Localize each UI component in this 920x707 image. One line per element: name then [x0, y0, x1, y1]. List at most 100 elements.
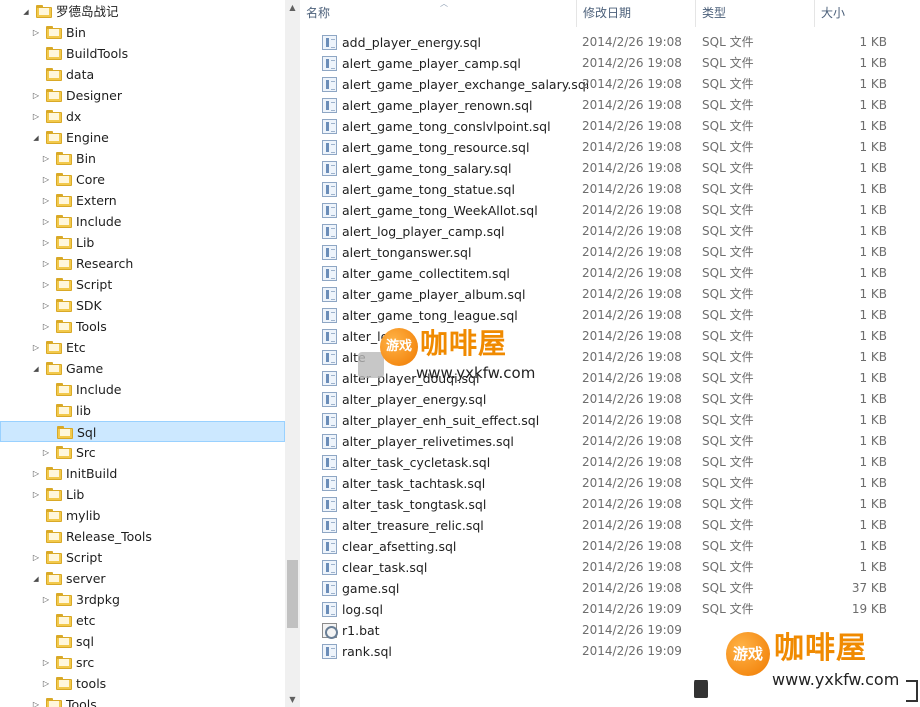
file-date: 2014/2/26 19:08 — [582, 329, 682, 343]
file-row[interactable]: clear_task.sql 2014/2/26 19:08 SQL 文件 1 KB — [300, 557, 920, 578]
tree-item-designer[interactable]: Designer — [0, 85, 285, 106]
tree-item-etc[interactable]: Etc — [0, 337, 285, 358]
tree-item-src[interactable]: Src — [0, 442, 285, 463]
expanded-arrow-icon[interactable] — [21, 1, 31, 22]
tree-item-label: Etc — [66, 340, 86, 355]
collapsed-arrow-icon[interactable] — [41, 652, 51, 673]
tree-item-lib[interactable]: Lib — [0, 232, 285, 253]
collapsed-arrow-icon[interactable] — [41, 673, 51, 694]
tree-item-extern[interactable]: Extern — [0, 190, 285, 211]
collapsed-arrow-icon[interactable] — [31, 484, 41, 505]
collapsed-arrow-icon[interactable] — [31, 106, 41, 127]
folder-icon — [57, 426, 73, 439]
tree-item-dx[interactable]: dx — [0, 106, 285, 127]
tree-item-tools[interactable]: Tools — [0, 316, 285, 337]
file-row[interactable]: alert_tonganswer.sql 2014/2/26 19:08 SQL 文… — [300, 242, 920, 263]
column-name-header[interactable]: 名称 ︿ — [300, 0, 577, 27]
scroll-up-icon[interactable]: ▲ — [285, 0, 300, 15]
collapsed-arrow-icon[interactable] — [41, 190, 51, 211]
collapsed-arrow-icon[interactable] — [31, 22, 41, 43]
file-row[interactable]: alter_game_tong_league.sql 2014/2/26 19:0… — [300, 305, 920, 326]
collapsed-arrow-icon[interactable] — [41, 442, 51, 463]
tree-item-bin[interactable]: Bin — [0, 22, 285, 43]
folder-icon — [56, 404, 72, 417]
collapsed-arrow-icon[interactable] — [41, 232, 51, 253]
tree-item-src[interactable]: src — [0, 652, 285, 673]
file-type: SQL 文件 — [702, 497, 754, 511]
file-row[interactable]: alert_game_player_camp.sql 2014/2/26 19:0… — [300, 53, 920, 74]
file-row[interactable]: alter_game_collectitem.sql 2014/2/26 19:0… — [300, 263, 920, 284]
tree-item-label: Script — [66, 550, 103, 565]
expanded-arrow-icon[interactable] — [31, 568, 41, 589]
collapsed-arrow-icon[interactable] — [41, 211, 51, 232]
file-row[interactable]: game.sql 2014/2/26 19:08 SQL 文件 37 KB — [300, 578, 920, 599]
tree-item-label: server — [66, 571, 106, 586]
tree-item-research[interactable]: Research — [0, 253, 285, 274]
tree-item-script[interactable]: Script — [0, 547, 285, 568]
file-row[interactable]: alter_treasure_relic.sql 2014/2/26 19:08 S… — [300, 515, 920, 536]
collapsed-arrow-icon[interactable] — [41, 148, 51, 169]
collapsed-arrow-icon[interactable] — [41, 316, 51, 337]
tree-item-bin[interactable]: Bin — [0, 148, 285, 169]
file-row[interactable]: alter_player_energy.sql 2014/2/26 19:08 SQ… — [300, 389, 920, 410]
tree-item-sdk[interactable]: SDK — [0, 295, 285, 316]
tree-item-sql[interactable]: Sql — [0, 421, 285, 442]
tree-scrollbar[interactable]: ▲ ▼ — [285, 0, 300, 707]
collapsed-arrow-icon[interactable] — [41, 589, 51, 610]
tree-item-data[interactable]: data — [0, 64, 285, 85]
tree-item-game[interactable]: Game — [0, 358, 285, 379]
file-row[interactable]: alter_task_tachtask.sql 2014/2/26 19:08 SQ… — [300, 473, 920, 494]
column-type-header[interactable]: 类型 — [696, 0, 815, 27]
scrollbar-thumb[interactable] — [287, 560, 298, 628]
tree-item-root[interactable]: 罗德岛战记 — [0, 1, 285, 22]
file-row[interactable]: alter_task_tongtask.sql 2014/2/26 19:08 SQ… — [300, 494, 920, 515]
file-row[interactable]: alter_task_cycletask.sql 2014/2/26 19:08 S… — [300, 452, 920, 473]
tree-item-core[interactable]: Core — [0, 169, 285, 190]
collapsed-arrow-icon[interactable] — [31, 337, 41, 358]
scroll-down-icon[interactable]: ▼ — [285, 692, 300, 707]
tree-item-etc[interactable]: etc — [0, 610, 285, 631]
file-row[interactable]: alert_game_player_renown.sql 2014/2/26 19… — [300, 95, 920, 116]
expanded-arrow-icon[interactable] — [31, 127, 41, 148]
tree-item-include[interactable]: Include — [0, 379, 285, 400]
column-date-header[interactable]: 修改日期 — [577, 0, 696, 27]
tree-item-server[interactable]: server — [0, 568, 285, 589]
tree-item-script[interactable]: Script — [0, 274, 285, 295]
collapsed-arrow-icon[interactable] — [31, 463, 41, 484]
collapsed-arrow-icon[interactable] — [41, 274, 51, 295]
tree-item-label: Lib — [66, 487, 85, 502]
column-size-header[interactable]: 大小 — [815, 0, 895, 27]
file-row[interactable]: add_player_energy.sql 2014/2/26 19:08 SQL … — [300, 32, 920, 53]
file-row[interactable]: alert_game_tong_resource.sql 2014/2/26 19… — [300, 137, 920, 158]
file-row[interactable]: alter_player_enh_suit_effect.sql 2014/2/2… — [300, 410, 920, 431]
file-row[interactable]: alert_game_tong_salary.sql 2014/2/26 19:0… — [300, 158, 920, 179]
tree-item-lib[interactable]: Lib — [0, 484, 285, 505]
tree-item-tools[interactable]: Tools — [0, 694, 285, 707]
tree-item-initbuild[interactable]: InitBuild — [0, 463, 285, 484]
tree-item-buildtools[interactable]: BuildTools — [0, 43, 285, 64]
tree-item-lib[interactable]: lib — [0, 400, 285, 421]
file-row[interactable]: alter_game_player_album.sql 2014/2/26 19:… — [300, 284, 920, 305]
tree-item-tools[interactable]: tools — [0, 673, 285, 694]
collapsed-arrow-icon[interactable] — [31, 85, 41, 106]
collapsed-arrow-icon[interactable] — [41, 169, 51, 190]
file-row[interactable]: alter_player_relivetimes.sql 2014/2/26 19… — [300, 431, 920, 452]
tree-item-sql[interactable]: sql — [0, 631, 285, 652]
collapsed-arrow-icon[interactable] — [31, 547, 41, 568]
tree-item-engine[interactable]: Engine — [0, 127, 285, 148]
file-row[interactable]: alert_game_tong_WeekAllot.sql 2014/2/26 1… — [300, 200, 920, 221]
tree-item-include[interactable]: Include — [0, 211, 285, 232]
file-row[interactable]: alert_game_tong_conslvlpoint.sql 2014/2/2… — [300, 116, 920, 137]
file-row[interactable]: alert_game_tong_statue.sql 2014/2/26 19:0… — [300, 179, 920, 200]
tree-item-release-tools[interactable]: Release_Tools — [0, 526, 285, 547]
expanded-arrow-icon[interactable] — [31, 358, 41, 379]
collapsed-arrow-icon[interactable] — [31, 694, 41, 707]
tree-item-mylib[interactable]: mylib — [0, 505, 285, 526]
file-row[interactable]: log.sql 2014/2/26 19:09 SQL 文件 19 KB — [300, 599, 920, 620]
collapsed-arrow-icon[interactable] — [41, 295, 51, 316]
file-row[interactable]: clear_afsetting.sql 2014/2/26 19:08 SQL 文件… — [300, 536, 920, 557]
collapsed-arrow-icon[interactable] — [41, 253, 51, 274]
file-row[interactable]: alert_log_player_camp.sql 2014/2/26 19:08… — [300, 221, 920, 242]
file-row[interactable]: alert_game_player_exchange_salary.sql 201… — [300, 74, 920, 95]
tree-item-3rdpkg[interactable]: 3rdpkg — [0, 589, 285, 610]
